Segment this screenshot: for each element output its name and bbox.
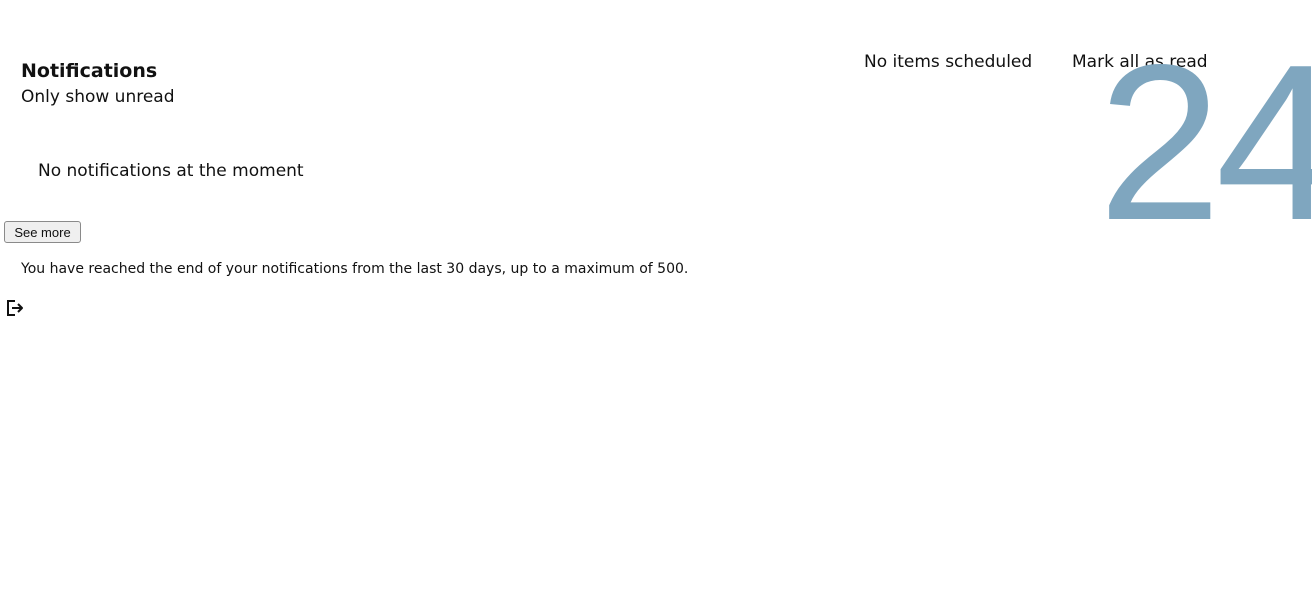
scheduled-status: No items scheduled (864, 52, 1033, 72)
empty-notifications-message: No notifications at the moment (38, 161, 304, 181)
only-show-unread-toggle[interactable]: Only show unread (21, 87, 175, 107)
calendar-day-number: 24 (1098, 19, 1312, 267)
notifications-page: Notifications Only show unread No notifi… (0, 0, 1312, 610)
notifications-title: Notifications (21, 60, 158, 82)
see-more-button[interactable]: See more (4, 221, 81, 243)
end-of-notifications-message: You have reached the end of your notific… (21, 261, 689, 277)
logout-icon[interactable] (5, 298, 25, 318)
